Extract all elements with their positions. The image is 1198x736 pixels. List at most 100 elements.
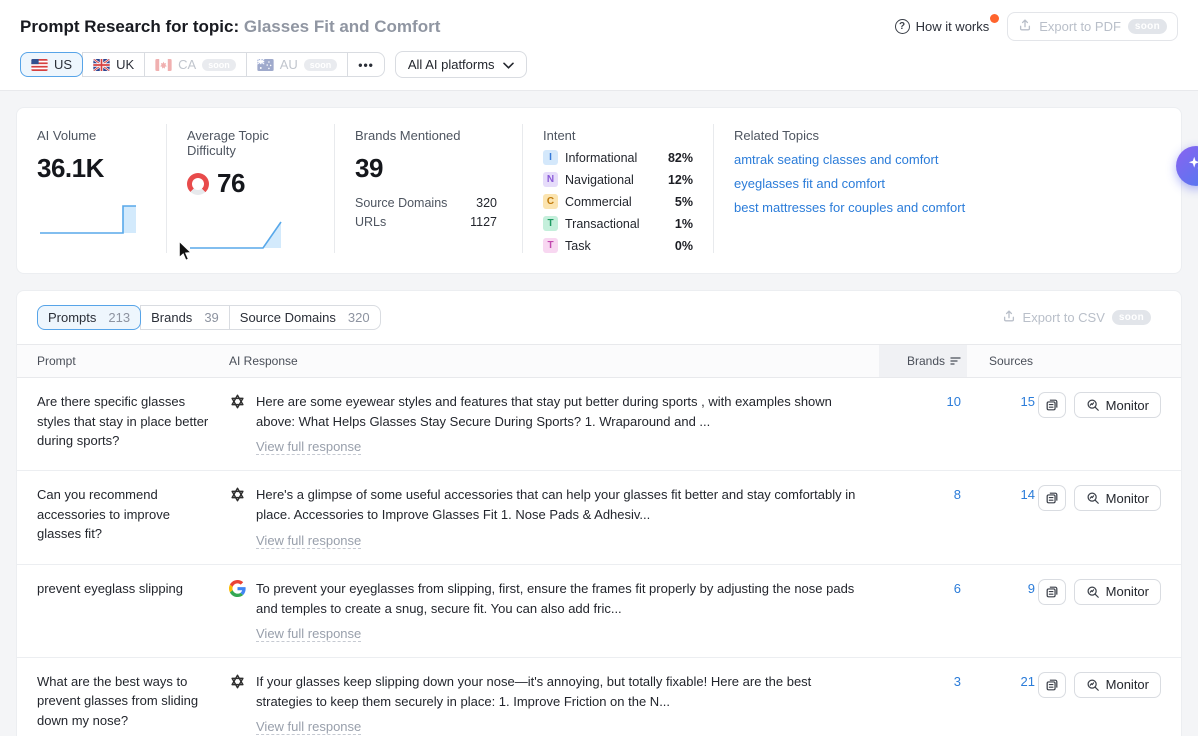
country-tab-au[interactable]: AU soon <box>246 52 349 77</box>
data-tabs: Prompts 213 Brands 39 Source Domains 320 <box>37 305 381 330</box>
country-label: US <box>54 57 72 72</box>
related-topics-label: Related Topics <box>734 128 994 143</box>
prompt-text: Can you recommend accessories to improve… <box>37 485 229 544</box>
view-full-response-link[interactable]: View full response <box>256 719 361 735</box>
ai-volume-value: 36.1K <box>37 153 146 184</box>
navigational-badge-icon: N <box>543 172 558 187</box>
tab-prompts[interactable]: Prompts 213 <box>37 305 141 330</box>
sources-count-link[interactable]: 21 <box>1021 674 1035 689</box>
related-topic-link[interactable]: amtrak seating classes and comfort <box>734 152 994 167</box>
soon-badge: soon <box>1112 310 1151 325</box>
top-header: Prompt Research for topic: Glasses Fit a… <box>0 0 1198 91</box>
ai-response-text: Here are some eyewear styles and feature… <box>256 392 861 432</box>
export-csv-button[interactable]: Export to CSV soon <box>992 304 1161 331</box>
related-topic-link[interactable]: best mattresses for couples and comfort <box>734 200 994 215</box>
country-tab-uk[interactable]: UK <box>82 52 145 77</box>
soon-badge: soon <box>1128 19 1167 34</box>
topic-name: Glasses Fit and Comfort <box>244 17 440 36</box>
intent-row-transactional: T Transactional 1% <box>543 216 693 231</box>
country-label: AU <box>280 57 298 72</box>
tab-source-domains[interactable]: Source Domains 320 <box>229 305 381 330</box>
brands-count-link[interactable]: 8 <box>954 487 961 502</box>
urls-stat: URLs 1127 <box>355 215 497 229</box>
sources-count-link[interactable]: 15 <box>1021 394 1035 409</box>
view-full-response-link[interactable]: View full response <box>256 439 361 455</box>
chatgpt-icon <box>229 673 246 690</box>
sort-icon <box>950 354 961 368</box>
page-title-prefix: Prompt Research for topic: <box>20 17 239 36</box>
monitor-button[interactable]: Monitor <box>1074 672 1161 698</box>
intent-row-informational: I Informational 82% <box>543 150 693 165</box>
ai-volume-label: AI Volume <box>37 128 146 143</box>
column-header-brands[interactable]: Brands <box>879 345 967 377</box>
topic-difficulty-value: 76 <box>217 168 245 199</box>
sources-count-link[interactable]: 14 <box>1021 487 1035 502</box>
sources-count-link[interactable]: 9 <box>1028 581 1035 596</box>
tab-brands[interactable]: Brands 39 <box>140 305 230 330</box>
upload-icon <box>1002 309 1016 326</box>
chevron-down-icon <box>503 57 514 72</box>
related-topic-link[interactable]: eyeglasses fit and comfort <box>734 176 994 191</box>
prompt-text: What are the best ways to prevent glasse… <box>37 672 229 731</box>
export-csv-label: Export to CSV <box>1023 310 1105 325</box>
tab-source-domains-count: 320 <box>348 310 370 325</box>
topic-difficulty-stat: Average Topic Difficulty 76 <box>167 124 335 253</box>
sparkle-icon <box>1187 155 1198 178</box>
urls-value: 1127 <box>470 215 497 229</box>
transactional-badge-icon: T <box>543 216 558 231</box>
au-flag-icon <box>257 59 274 71</box>
country-tab-ca[interactable]: CA soon <box>144 52 247 77</box>
soon-badge: soon <box>304 59 338 71</box>
brands-mentioned-label: Brands Mentioned <box>355 128 502 143</box>
source-domains-stat: Source Domains 320 <box>355 196 497 210</box>
table-row: Can you recommend accessories to improve… <box>17 471 1181 564</box>
copy-response-button[interactable] <box>1038 579 1066 605</box>
prompt-text: Are there specific glasses styles that s… <box>37 392 229 451</box>
uk-flag-icon <box>93 59 110 71</box>
table-row: Are there specific glasses styles that s… <box>17 378 1181 471</box>
ai-response-text: If your glasses keep slipping down your … <box>256 672 861 712</box>
tab-prompts-count: 213 <box>108 310 130 325</box>
related-topics: Related Topics amtrak seating classes an… <box>714 124 1014 253</box>
urls-label: URLs <box>355 215 386 229</box>
source-domains-value: 320 <box>476 196 497 210</box>
notification-dot <box>990 14 999 23</box>
copy-response-button[interactable] <box>1038 672 1066 698</box>
copy-response-button[interactable] <box>1038 485 1066 511</box>
intent-row-commercial: C Commercial 5% <box>543 194 693 209</box>
view-full-response-link[interactable]: View full response <box>256 626 361 642</box>
how-it-works-link[interactable]: ? How it works <box>895 19 990 34</box>
monitor-button[interactable]: Monitor <box>1074 579 1161 605</box>
google-icon <box>229 580 246 597</box>
ai-response-text: Here's a glimpse of some useful accessor… <box>256 485 861 525</box>
column-header-sources[interactable]: Sources <box>961 345 1035 377</box>
prompt-text: prevent eyeglass slipping <box>37 579 229 599</box>
monitor-button[interactable]: Monitor <box>1074 485 1161 511</box>
monitor-button[interactable]: Monitor <box>1074 392 1161 418</box>
question-icon: ? <box>895 19 910 34</box>
soon-badge: soon <box>202 59 236 71</box>
ellipsis-icon: ••• <box>358 58 374 72</box>
view-full-response-link[interactable]: View full response <box>256 533 361 549</box>
column-header-ai-response[interactable]: AI Response <box>229 345 885 377</box>
intent-row-navigational: N Navigational 12% <box>543 172 693 187</box>
brands-mentioned-stat: Brands Mentioned 39 Source Domains 320 U… <box>335 124 523 253</box>
more-countries-button[interactable]: ••• <box>347 52 385 77</box>
brands-count-link[interactable]: 6 <box>954 581 961 596</box>
brands-count-link[interactable]: 3 <box>954 674 961 689</box>
country-tab-us[interactable]: US <box>20 52 83 77</box>
topic-difficulty-label: Average Topic Difficulty <box>187 128 314 158</box>
informational-badge-icon: I <box>543 150 558 165</box>
ai-response-text: To prevent your eyeglasses from slipping… <box>256 579 861 619</box>
brands-count-link[interactable]: 10 <box>947 394 961 409</box>
upload-icon <box>1018 18 1032 35</box>
intent-stat: Intent I Informational 82% N Navigationa… <box>523 124 714 253</box>
column-header-prompt[interactable]: Prompt <box>37 345 229 377</box>
table-header-row: Prompt AI Response Brands Sources <box>17 344 1181 378</box>
copy-response-button[interactable] <box>1038 392 1066 418</box>
difficulty-gauge-icon <box>187 173 209 195</box>
ai-platform-dropdown[interactable]: All AI platforms <box>395 51 527 78</box>
export-pdf-button[interactable]: Export to PDF soon <box>1007 12 1178 41</box>
difficulty-sparkline <box>187 215 291 253</box>
us-flag-icon <box>31 59 48 71</box>
